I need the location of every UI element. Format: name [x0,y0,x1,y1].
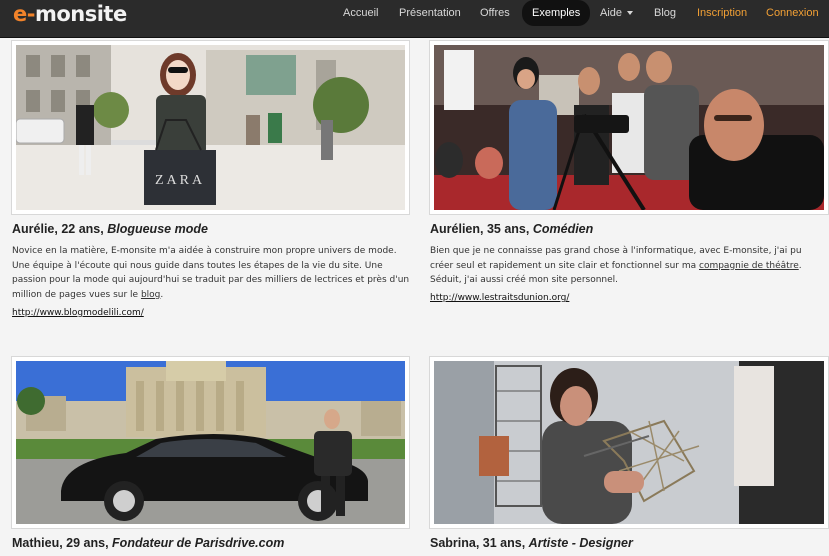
description-end: . [160,289,164,300]
person-name: Sabrina, 31 ans, [430,536,526,550]
theatre-company-link[interactable]: compagnie de théâtre [699,261,799,271]
luxury-car-photo [16,361,405,524]
nav-aide[interactable]: Aide [600,0,634,26]
bag-brand-text: ZARA [155,173,205,188]
fashion-street-photo: ZARA [16,45,405,210]
photo-mathieu[interactable] [11,356,410,529]
person-role: Comédien [532,222,594,236]
logo-prefix: e- [13,2,35,26]
caption-sabrina: Sabrina, 31 ans, Artiste - Designer [430,536,633,550]
photo-sabrina[interactable] [429,356,829,529]
logo-main: monsite [34,2,127,26]
film-crew-photo [434,45,824,210]
photo-aurelien[interactable] [429,40,829,215]
photo-aurelie[interactable]: ZARA [11,40,410,215]
person-name: Aurélien, 35 ans, [430,222,530,236]
nav-accueil[interactable]: Accueil [343,0,378,26]
top-navigation-bar: e-monsite Accueil Présentation Offres Ex… [0,0,829,38]
person-role: Fondateur de Parisdrive.com [112,536,285,550]
description-aurelien: Bien que je ne connaisse pas grand chose… [430,244,825,288]
nav-aide-label: Aide [600,7,623,19]
emonsite-logo[interactable]: e-monsite [13,2,127,26]
website-link-aurelie[interactable]: http://www.blogmodelili.com/ [12,308,144,318]
chevron-down-icon [627,11,634,16]
person-role: Artiste - Designer [528,536,633,550]
nav-connexion[interactable]: Connexion [766,0,819,26]
nav-inscription[interactable]: Inscription [697,0,747,26]
caption-aurelie: Aurélie, 22 ans, Blogueuse mode [12,222,208,236]
caption-mathieu: Mathieu, 29 ans, Fondateur de Parisdrive… [12,536,284,550]
person-name: Aurélie, 22 ans, [12,222,104,236]
artist-workshop-photo [434,361,824,524]
nav-exemples[interactable]: Exemples [522,0,591,26]
description-aurelie: Novice en la matière, E-monsite m'a aidé… [12,244,410,302]
caption-aurelien: Aurélien, 35 ans, Comédien [430,222,593,236]
person-role: Blogueuse mode [107,222,208,236]
person-name: Mathieu, 29 ans, [12,536,109,550]
nav-blog[interactable]: Blog [654,0,676,26]
description-text: Novice en la matière, E-monsite m'a aidé… [12,246,410,300]
website-link-aurelien[interactable]: http://www.lestraitsdunion.org/ [430,293,569,303]
nav-presentation[interactable]: Présentation [399,0,461,26]
blog-link[interactable]: blog [141,290,160,300]
nav-offres[interactable]: Offres [480,0,510,26]
